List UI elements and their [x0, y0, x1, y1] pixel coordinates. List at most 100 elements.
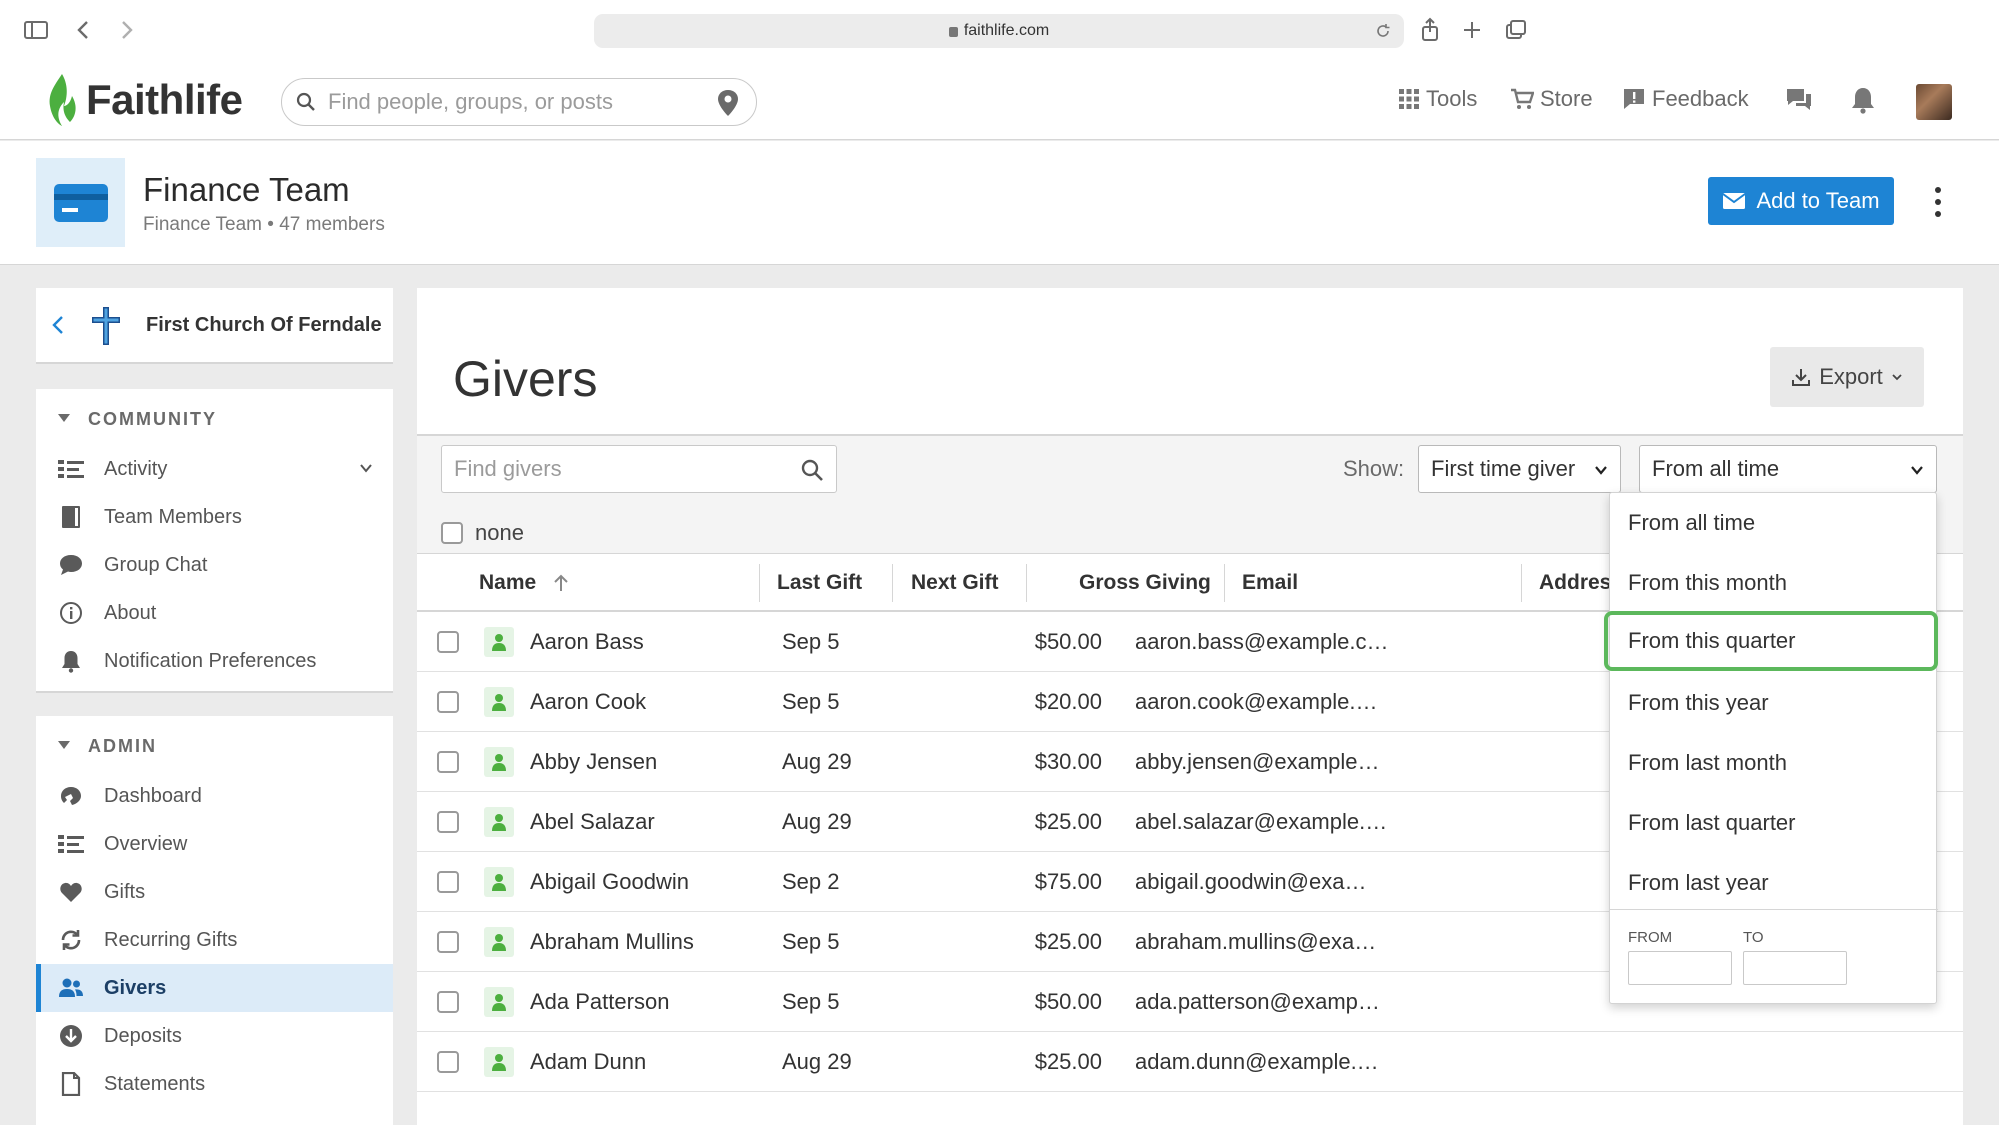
giver-name[interactable]: Adam Dunn: [530, 1049, 646, 1075]
giver-type-select[interactable]: First time giver: [1418, 445, 1621, 493]
find-givers-search[interactable]: [441, 445, 837, 493]
to-date-input[interactable]: [1743, 951, 1847, 985]
share-icon[interactable]: [1416, 16, 1444, 44]
forward-icon[interactable]: [112, 16, 140, 44]
column-next-gift[interactable]: Next Gift: [911, 571, 999, 595]
tabs-overview-icon[interactable]: [1502, 16, 1530, 44]
faithlife-logo[interactable]: Faithlife: [44, 70, 243, 130]
gross-giving: $50.00: [1034, 629, 1102, 654]
more-options-icon[interactable]: [1930, 185, 1946, 219]
sidebar-item-dashboard[interactable]: Dashboard: [36, 772, 393, 820]
date-range-option[interactable]: From last month: [1610, 733, 1938, 793]
giver-email[interactable]: adam.dunn@example.…: [1135, 1049, 1397, 1075]
sidebar-item-group-chat[interactable]: Group Chat: [36, 541, 393, 589]
sidebar-item-recurring-gifts[interactable]: Recurring Gifts: [36, 916, 393, 964]
sidebar-item-deposits[interactable]: Deposits: [36, 1012, 393, 1060]
nav-store[interactable]: Store: [1510, 86, 1593, 112]
row-checkbox[interactable]: [437, 1051, 459, 1073]
giver-email[interactable]: abel.salazar@example.…: [1135, 809, 1397, 835]
find-givers-input[interactable]: [454, 446, 774, 492]
date-range-option[interactable]: From last quarter: [1610, 793, 1938, 853]
column-email[interactable]: Email: [1242, 571, 1298, 595]
giver-email[interactable]: ada.patterson@examp…: [1135, 989, 1397, 1015]
group-title[interactable]: Finance Team: [143, 171, 350, 209]
notifications-bell-icon[interactable]: [1850, 86, 1876, 114]
row-checkbox[interactable]: [437, 991, 459, 1013]
church-link[interactable]: First Church Of Ferndale: [36, 288, 393, 364]
nav-tools[interactable]: Tools: [1398, 86, 1477, 112]
giver-name[interactable]: Abraham Mullins: [530, 929, 694, 955]
giver-name[interactable]: Aaron Cook: [530, 689, 646, 715]
nav-feedback[interactable]: Feedback: [1622, 86, 1749, 112]
row-checkbox[interactable]: [437, 871, 459, 893]
row-checkbox[interactable]: [437, 751, 459, 773]
admin-title[interactable]: ADMIN: [88, 736, 157, 757]
export-button[interactable]: Export: [1770, 347, 1924, 407]
sidebar-item-gifts[interactable]: Gifts: [36, 868, 393, 916]
browser-toolbar: faithlife.com: [0, 0, 1999, 60]
new-tab-icon[interactable]: [1458, 16, 1486, 44]
giver-name[interactable]: Ada Patterson: [530, 989, 669, 1015]
table-row[interactable]: Adam Dunn Aug 29 $25.00 adam.dunn@example.…: [417, 1032, 1963, 1092]
chevron-left-icon[interactable]: [50, 314, 66, 336]
chevron-down-icon[interactable]: [359, 461, 373, 475]
community-title[interactable]: COMMUNITY: [88, 409, 217, 430]
column-divider[interactable]: [1026, 564, 1027, 602]
giver-name[interactable]: Abigail Goodwin: [530, 869, 689, 895]
user-avatar[interactable]: [1916, 84, 1952, 120]
add-to-team-button[interactable]: Add to Team: [1708, 177, 1894, 225]
date-range-select[interactable]: From all time: [1639, 445, 1937, 493]
date-range-option[interactable]: From this quarter: [1604, 611, 1938, 671]
reload-icon[interactable]: [1374, 22, 1392, 40]
row-checkbox[interactable]: [437, 631, 459, 653]
select-all-checkbox[interactable]: [441, 522, 463, 544]
giver-email[interactable]: aaron.cook@example.…: [1135, 689, 1397, 715]
sidebar-toggle-icon[interactable]: [22, 16, 50, 44]
messages-icon[interactable]: [1784, 86, 1814, 114]
sidebar-item-statements[interactable]: Statements: [36, 1060, 393, 1108]
date-range-option[interactable]: From this month: [1610, 553, 1938, 613]
column-divider[interactable]: [892, 564, 893, 602]
giver-name[interactable]: Aaron Bass: [530, 629, 644, 655]
collapse-triangle-icon[interactable]: [58, 414, 70, 422]
date-range-option[interactable]: From this year: [1610, 673, 1938, 733]
sidebar-item-team-members[interactable]: Team Members: [36, 493, 393, 541]
global-search[interactable]: [281, 78, 757, 126]
from-date-input[interactable]: [1628, 951, 1732, 985]
column-address[interactable]: Addres: [1539, 571, 1611, 595]
giver-email[interactable]: abraham.mullins@exa…: [1135, 929, 1397, 955]
sidebar-item-notification-preferences[interactable]: Notification Preferences: [36, 637, 393, 685]
member-count[interactable]: 47 members: [279, 214, 385, 235]
global-search-input[interactable]: [328, 79, 688, 125]
column-divider[interactable]: [1224, 564, 1225, 602]
column-divider[interactable]: [1521, 564, 1522, 602]
from-label: FROM: [1628, 929, 1673, 946]
column-name[interactable]: Name: [479, 571, 570, 595]
select-none-label[interactable]: none: [475, 520, 524, 546]
giver-email[interactable]: abigail.goodwin@exa…: [1135, 869, 1397, 895]
row-checkbox[interactable]: [437, 691, 459, 713]
date-range-option[interactable]: From last year: [1610, 853, 1938, 913]
heart-icon: [58, 880, 84, 904]
search-icon[interactable]: [800, 458, 824, 482]
sidebar-item-overview[interactable]: Overview: [36, 820, 393, 868]
group-subtitle-name[interactable]: Finance Team: [143, 214, 262, 235]
back-icon[interactable]: [70, 16, 98, 44]
giver-name[interactable]: Abel Salazar: [530, 809, 655, 835]
column-last-gift[interactable]: Last Gift: [777, 571, 862, 595]
row-checkbox[interactable]: [437, 931, 459, 953]
sidebar-item-activity[interactable]: Activity: [36, 445, 393, 493]
giver-email[interactable]: abby.jensen@example…: [1135, 749, 1397, 775]
address-bar[interactable]: faithlife.com: [594, 14, 1404, 48]
column-divider[interactable]: [759, 564, 760, 602]
sidebar-item-about[interactable]: About: [36, 589, 393, 637]
giver-email[interactable]: aaron.bass@example.c…: [1135, 629, 1397, 655]
column-gross-giving[interactable]: Gross Giving: [1079, 571, 1211, 595]
church-name: First Church Of Ferndale: [146, 314, 382, 336]
sidebar-item-givers[interactable]: Givers: [36, 964, 393, 1012]
row-checkbox[interactable]: [437, 811, 459, 833]
location-pin-icon[interactable]: [716, 89, 740, 117]
giver-name[interactable]: Abby Jensen: [530, 749, 657, 775]
date-range-option[interactable]: From all time: [1610, 493, 1938, 553]
collapse-triangle-icon[interactable]: [58, 741, 70, 749]
